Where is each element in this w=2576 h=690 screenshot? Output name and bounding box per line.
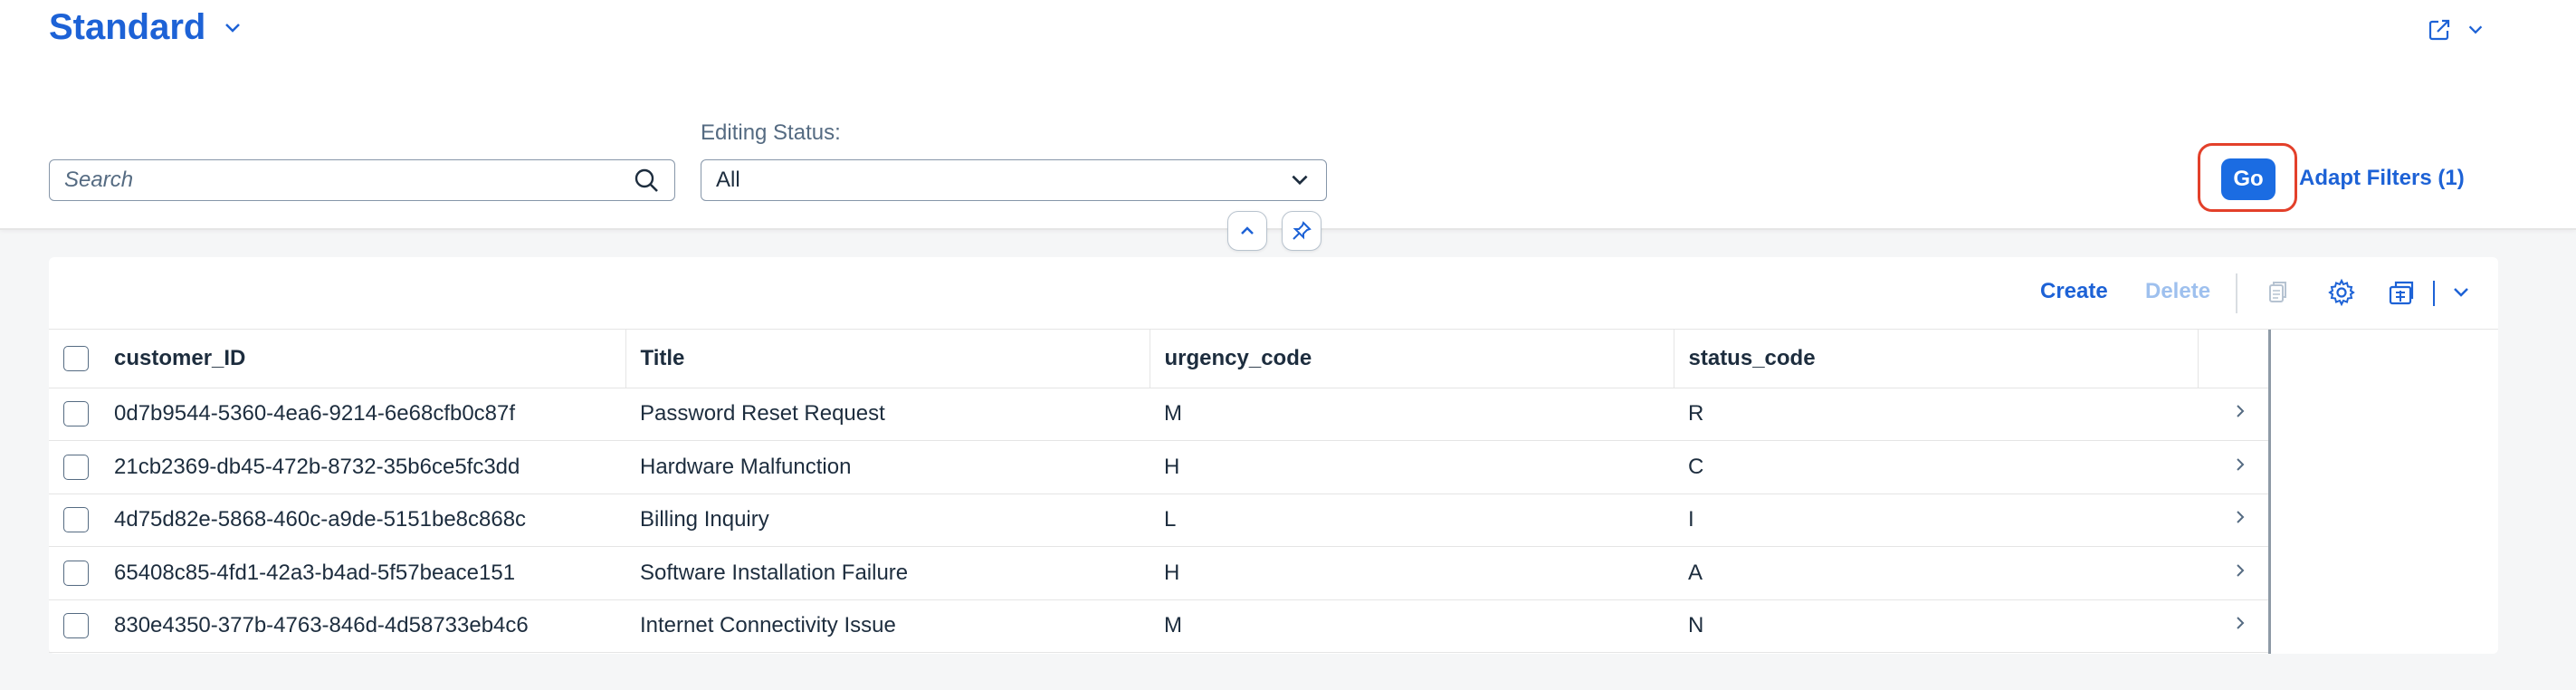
cell-status-code: C	[1674, 440, 2198, 494]
row-checkbox[interactable]	[63, 507, 89, 533]
chevron-down-icon	[2468, 25, 2483, 34]
chevron-down-icon	[225, 23, 241, 33]
collapse-header-button[interactable]	[1227, 211, 1267, 251]
copy-icon	[2269, 282, 2286, 302]
editing-status-label: Editing Status:	[701, 120, 841, 145]
cell-title: Password Reset Request	[625, 388, 1150, 441]
select-all-cell	[49, 330, 114, 388]
table-right-border	[2268, 330, 2271, 654]
cell-status-code: I	[1674, 494, 2198, 547]
row-select-cell	[49, 599, 114, 653]
cell-status-code: R	[1674, 388, 2198, 441]
filter-bar: Standard Editing Status: All Go Adapt Fi…	[0, 0, 2576, 251]
cell-urgency-code: L	[1150, 494, 1674, 547]
cell-title: Internet Connectivity Issue	[625, 599, 1150, 653]
row-checkbox[interactable]	[63, 560, 89, 586]
create-button[interactable]: Create	[2040, 279, 2108, 304]
chevron-down-icon	[2454, 288, 2468, 297]
toolbar-separator	[2236, 273, 2237, 313]
row-select-cell	[49, 440, 114, 494]
export-icon	[2389, 281, 2414, 305]
row-navigation[interactable]	[2198, 388, 2268, 441]
settings-button[interactable]	[2326, 277, 2357, 308]
chevron-right-icon	[2237, 405, 2245, 417]
cell-urgency-code: M	[1150, 388, 1674, 441]
row-navigation[interactable]	[2198, 494, 2268, 547]
row-navigation[interactable]	[2198, 599, 2268, 653]
chevron-right-icon	[2237, 511, 2245, 523]
share-menu-button[interactable]	[2426, 16, 2485, 43]
chevron-up-icon	[1241, 226, 1254, 235]
toolbar-divider	[2433, 281, 2435, 306]
row-select-cell	[49, 388, 114, 441]
table-row[interactable]: 830e4350-377b-4763-846d-4d58733eb4c6 Int…	[49, 599, 2268, 653]
row-checkbox[interactable]	[63, 401, 89, 427]
column-header[interactable]: Title	[625, 330, 1150, 388]
data-table: customer_ID Title urgency_code status_co…	[49, 330, 2268, 653]
copy-button[interactable]	[2261, 277, 2292, 308]
nav-column-header	[2198, 330, 2268, 388]
chevron-right-icon	[2237, 458, 2245, 471]
table-row[interactable]: 0d7b9544-5360-4ea6-9214-6e68cfb0c87f Pas…	[49, 388, 2268, 441]
row-navigation[interactable]	[2198, 546, 2268, 600]
column-header[interactable]: status_code	[1674, 330, 2199, 388]
column-header[interactable]: urgency_code	[1150, 330, 1674, 388]
go-button[interactable]: Go	[2221, 158, 2275, 200]
variant-selector[interactable]: Standard	[49, 7, 243, 48]
select-all-checkbox[interactable]	[63, 345, 89, 371]
cell-customer-id: 65408c85-4fd1-42a3-b4ad-5f57beace151	[114, 546, 625, 600]
table-row[interactable]: 21cb2369-db45-472b-8732-35b6ce5fc3dd Har…	[49, 440, 2268, 494]
gear-icon	[2328, 278, 2355, 307]
column-header[interactable]: customer_ID	[114, 330, 626, 388]
pin-icon	[1293, 221, 1312, 240]
row-navigation[interactable]	[2198, 440, 2268, 494]
share-icon	[2428, 19, 2450, 41]
row-select-cell	[49, 546, 114, 600]
cell-customer-id: 830e4350-377b-4763-846d-4d58733eb4c6	[114, 599, 625, 653]
cell-urgency-code: M	[1150, 599, 1674, 653]
cell-title: Software Installation Failure	[625, 546, 1150, 600]
cell-customer-id: 21cb2369-db45-472b-8732-35b6ce5fc3dd	[114, 440, 625, 494]
search-field[interactable]	[49, 159, 675, 201]
export-button[interactable]	[2386, 277, 2417, 308]
editing-status-value: All	[716, 168, 740, 192]
cell-title: Billing Inquiry	[625, 494, 1150, 547]
pin-header-button[interactable]	[1282, 211, 1321, 251]
cell-customer-id: 0d7b9544-5360-4ea6-9214-6e68cfb0c87f	[114, 388, 625, 441]
search-input[interactable]	[64, 160, 633, 200]
editing-status-select[interactable]: All	[701, 159, 1327, 201]
chevron-right-icon	[2237, 617, 2245, 629]
cell-status-code: N	[1674, 599, 2198, 653]
header-toggle-buttons	[1227, 211, 1321, 251]
cell-status-code: A	[1674, 546, 2198, 600]
table-row[interactable]: 4d75d82e-5868-460c-a9de-5151be8c868c Bil…	[49, 494, 2268, 547]
cell-urgency-code: H	[1150, 440, 1674, 494]
chevron-right-icon	[2237, 564, 2245, 577]
delete-button[interactable]: Delete	[2145, 279, 2210, 304]
cell-title: Hardware Malfunction	[625, 440, 1150, 494]
cell-urgency-code: H	[1150, 546, 1674, 600]
row-checkbox[interactable]	[63, 613, 89, 639]
table-panel: Create Delete customer_ID Title urgency_…	[49, 257, 2498, 654]
search-icon[interactable]	[633, 167, 660, 194]
table-toolbar: Create Delete	[49, 257, 2498, 330]
export-menu-button[interactable]	[2446, 277, 2476, 308]
cell-customer-id: 4d75d82e-5868-460c-a9de-5151be8c868c	[114, 494, 625, 547]
table-row[interactable]: 65408c85-4fd1-42a3-b4ad-5f57beace151 Sof…	[49, 546, 2268, 600]
adapt-filters-link[interactable]: Adapt Filters (1)	[2299, 166, 2465, 191]
variant-title: Standard	[49, 7, 206, 47]
chevron-down-icon	[1292, 175, 1308, 186]
table-header-row: customer_ID Title urgency_code status_co…	[49, 330, 2268, 388]
row-select-cell	[49, 494, 114, 547]
row-checkbox[interactable]	[63, 454, 89, 480]
